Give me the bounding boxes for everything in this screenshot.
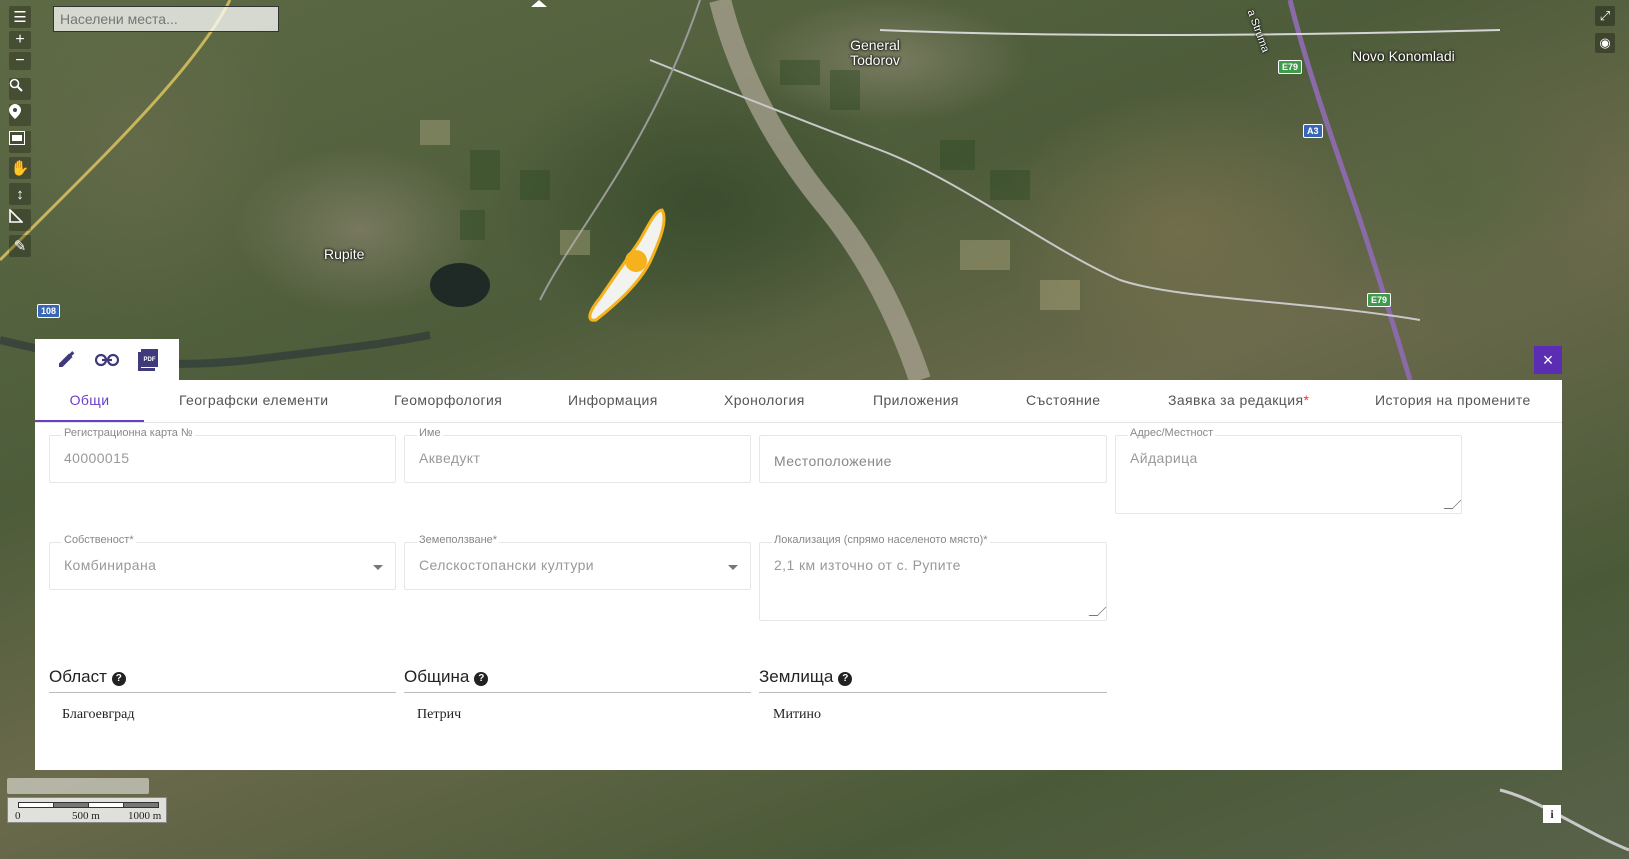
location-field[interactable]: Местоположение bbox=[759, 435, 1107, 483]
ruler-icon[interactable] bbox=[9, 209, 31, 231]
close-panel-button[interactable]: × bbox=[1534, 346, 1562, 374]
svg-text:PDF: PDF bbox=[144, 357, 156, 363]
road-shield-e79: E79 bbox=[1278, 60, 1303, 74]
ownership-value: Комбинирана bbox=[64, 557, 157, 573]
ownership-select[interactable]: Собственост* Комбинирана bbox=[49, 534, 396, 590]
help-icon[interactable]: ? bbox=[474, 672, 489, 686]
tab-chronology[interactable]: Хронология bbox=[724, 380, 805, 422]
name-label: Име bbox=[417, 427, 443, 439]
land-use-select[interactable]: Земеползване* Селскостопански култури bbox=[404, 534, 751, 590]
lands-value: Митино bbox=[773, 707, 822, 722]
map-label-novo-konomladi: Novo Konomladi bbox=[1352, 48, 1455, 64]
name-field[interactable]: Име Акведукт bbox=[404, 427, 751, 483]
lands-heading: Землища? bbox=[759, 667, 1107, 693]
address-field[interactable]: Адрес/Местност Айдарица bbox=[1115, 427, 1462, 514]
chevron-down-icon[interactable] bbox=[728, 565, 738, 570]
zoom-in-icon[interactable]: + bbox=[9, 31, 31, 49]
scale-label: 0 bbox=[15, 810, 21, 822]
localization-field[interactable]: Локализация (спрямо населеното място)* 2… bbox=[759, 534, 1107, 621]
road-shield-a3: A3 bbox=[1303, 124, 1323, 138]
road-shield-e79: E79 bbox=[1367, 293, 1392, 307]
object-details-panel: Общи Географски елементи Геоморфология И… bbox=[35, 380, 1562, 770]
chevron-down-icon[interactable] bbox=[373, 565, 383, 570]
panel-tabs: Общи Географски елементи Геоморфология И… bbox=[35, 380, 1562, 423]
reg-card-value: 40000015 bbox=[64, 450, 130, 466]
coordinate-readout bbox=[7, 778, 149, 794]
panel-actions: PDF bbox=[35, 339, 179, 381]
info-button[interactable]: i bbox=[1543, 805, 1561, 823]
map-label-general-todorov: General Todorov bbox=[850, 37, 900, 68]
tab-condition[interactable]: Състояние bbox=[1026, 380, 1100, 422]
help-icon[interactable]: ? bbox=[111, 672, 126, 686]
help-icon[interactable]: ? bbox=[838, 672, 853, 686]
tab-attachments[interactable]: Приложения bbox=[873, 380, 959, 422]
map-label-rupite: Rupite bbox=[324, 246, 365, 262]
tab-change-history[interactable]: История на промените bbox=[1375, 380, 1531, 422]
scale-label: 500 m bbox=[72, 810, 100, 822]
fullscreen-icon[interactable]: ⤢ bbox=[1595, 6, 1615, 26]
road-shield-108: 108 bbox=[37, 304, 61, 318]
filmstrip-icon[interactable] bbox=[9, 131, 31, 153]
zoom-out-icon[interactable]: − bbox=[9, 52, 31, 70]
north-arrow-icon bbox=[531, 0, 547, 7]
zoom-extent-icon[interactable] bbox=[9, 78, 31, 100]
ownership-label: Собственост* bbox=[62, 534, 136, 546]
name-value: Акведукт bbox=[419, 450, 481, 466]
municipality-value: Петрич bbox=[417, 707, 462, 722]
address-label: Адрес/Местност bbox=[1128, 427, 1216, 439]
layers-icon[interactable]: ☰ bbox=[9, 6, 31, 28]
edit-icon[interactable] bbox=[53, 347, 79, 373]
tab-information[interactable]: Информация bbox=[568, 380, 658, 422]
pencil-icon[interactable]: ✎ bbox=[9, 235, 31, 257]
tab-general[interactable]: Общи bbox=[35, 380, 144, 422]
land-use-label: Земеползване* bbox=[417, 534, 500, 546]
hand-icon[interactable]: ✋ bbox=[9, 157, 31, 179]
localization-value: 2,1 км източно от с. Рупите bbox=[774, 557, 961, 573]
pdf-icon[interactable]: PDF bbox=[135, 347, 161, 373]
region-value: Благоевград bbox=[62, 707, 135, 722]
localization-label: Локализация (спрямо населеното място)* bbox=[772, 534, 990, 546]
vertical-measure-icon[interactable]: ↕ bbox=[9, 183, 31, 205]
resize-handle-icon[interactable] bbox=[1088, 607, 1107, 616]
region-heading: Област? bbox=[49, 667, 396, 693]
municipality-heading: Община? bbox=[404, 667, 751, 693]
land-use-value: Селскостопански култури bbox=[419, 557, 595, 573]
reg-card-field[interactable]: Регистрационна карта № 40000015 bbox=[49, 427, 396, 483]
scale-label: 1000 m bbox=[128, 810, 162, 822]
tab-geomorphology[interactable]: Геоморфология bbox=[394, 380, 502, 422]
screenshot-icon[interactable]: ◉ bbox=[1595, 33, 1615, 53]
resize-handle-icon[interactable] bbox=[1443, 500, 1462, 509]
tab-geographic-elements[interactable]: Географски елементи bbox=[179, 380, 329, 422]
scale-segment bbox=[53, 802, 89, 808]
settlement-search-input[interactable] bbox=[53, 6, 279, 32]
scale-segment bbox=[123, 802, 159, 808]
scale-bar: 0 500 m 1000 m bbox=[7, 797, 167, 823]
address-value: Айдарица bbox=[1130, 450, 1198, 466]
reg-card-label: Регистрационна карта № bbox=[62, 427, 195, 439]
scale-segment bbox=[18, 802, 54, 808]
location-placeholder: Местоположение bbox=[774, 453, 892, 469]
tab-edit-request[interactable]: Заявка за редакция* bbox=[1168, 380, 1309, 422]
marker-icon[interactable] bbox=[9, 104, 31, 126]
scale-segment bbox=[88, 802, 124, 808]
link-icon[interactable] bbox=[94, 347, 120, 373]
